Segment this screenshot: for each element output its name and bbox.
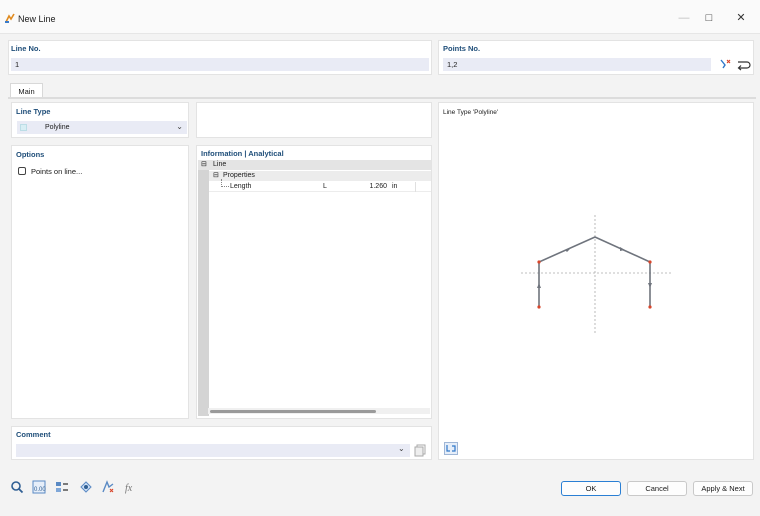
points-no-input[interactable]: 1,2 [443,58,711,71]
points-on-line-label: Points on line... [31,167,83,176]
pick-points-icon[interactable] [717,57,733,71]
polyline-preview [521,215,671,335]
line-type-select[interactable]: Polyline ⌄ [17,121,187,134]
chevron-down-icon: ⌄ [176,122,183,131]
line-type-label: Line Type [16,107,51,116]
line-type-value: Polyline [45,124,70,131]
property-name: Length [230,183,252,190]
property-unit: in [392,183,398,190]
minimize-button[interactable]: — [676,12,692,24]
tab-main[interactable]: Main [10,83,43,98]
parameters-icon[interactable] [55,480,69,494]
preview-panel: Line Type 'Polyline' [438,102,754,460]
tree-root-label: Line [213,161,227,168]
copy-icon[interactable] [414,444,428,457]
points-no-label: Points No. [443,44,481,53]
tree-row-properties[interactable]: ⊟ Properties [209,171,431,181]
blank-panel [196,102,432,138]
reverse-icon[interactable] [735,57,751,71]
settings-icon[interactable] [101,480,115,494]
units-icon[interactable]: 0.00 [32,480,46,494]
property-value: 1.260 [369,183,387,190]
options-label: Options [16,150,45,159]
preview-settings-icon[interactable] [444,442,458,455]
tree-connector [221,179,229,187]
comment-input[interactable] [16,444,410,457]
app-icon [5,13,15,23]
points-on-line-checkbox[interactable] [18,167,26,175]
search-icon[interactable] [10,480,24,494]
view-icon[interactable] [79,480,93,494]
chevron-down-icon[interactable]: ⌄ [398,444,405,453]
window-title: New Line [18,14,56,24]
cancel-button[interactable]: Cancel [627,481,687,496]
table-row[interactable]: Length L 1.260 in [209,179,431,192]
tab-strip [8,97,756,99]
line-no-label: Line No. [11,44,41,53]
svg-text:fx: fx [125,483,133,494]
info-panel: Information | Analytical ⊟ Line ⊟ Proper… [196,145,432,419]
ok-button[interactable]: OK [561,481,621,496]
line-no-panel: Line No. 1 [8,40,432,75]
line-no-input[interactable]: 1 [11,58,429,71]
close-button[interactable]: ✕ [733,12,749,24]
line-type-swatch [20,124,27,131]
options-panel: Options [11,145,189,419]
scrollbar-thumb[interactable] [210,410,376,413]
title-bar: New Line — □ ✕ [0,0,760,34]
comment-panel: Comment ⌄ [11,426,432,460]
apply-next-button[interactable]: Apply & Next [693,481,753,496]
info-header: Information | Analytical [201,149,284,158]
property-symbol: L [323,183,327,190]
comment-label: Comment [16,430,51,439]
collapse-icon[interactable]: ⊟ [201,160,207,170]
function-icon[interactable]: fx [124,480,138,494]
tree-row-line[interactable]: ⊟ Line [198,160,431,170]
svg-text:0.00: 0.00 [34,487,46,493]
info-gutter [198,160,209,416]
points-no-panel: Points No. 1,2 [438,40,754,75]
maximize-button[interactable]: □ [701,12,717,24]
collapse-icon[interactable]: ⊟ [213,171,219,181]
column-divider [415,182,416,192]
